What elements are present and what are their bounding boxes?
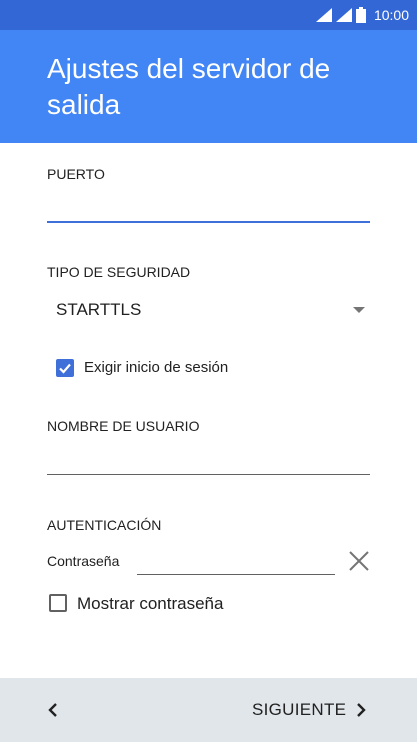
form-content: PUERTO TIPO DE SEGURIDAD STARTTLS Exigir… [0, 143, 417, 678]
status-time: 10:00 [373, 7, 409, 23]
dropdown-arrow-icon[interactable] [353, 307, 365, 313]
battery-icon [355, 7, 366, 23]
check-icon [59, 363, 71, 374]
require-signin-checkbox[interactable] [56, 359, 74, 377]
signal-icon [335, 8, 352, 22]
signal-icon [315, 8, 332, 22]
bottom-bar: SIGUIENTE [0, 678, 417, 742]
show-password-label[interactable]: Mostrar contraseña [77, 594, 223, 614]
password-input[interactable] [137, 574, 335, 575]
next-label: SIGUIENTE [252, 700, 347, 719]
chevron-left-icon[interactable] [40, 698, 68, 722]
show-password-checkbox[interactable] [49, 594, 67, 612]
port-label: PUERTO [47, 166, 105, 182]
port-input[interactable] [47, 221, 370, 223]
status-icons: 10:00 [315, 6, 409, 24]
status-bar: 10:00 [0, 0, 417, 30]
password-label: Contraseña [47, 553, 120, 569]
require-signin-label[interactable]: Exigir inicio de sesión [84, 359, 228, 376]
username-input[interactable] [47, 474, 370, 475]
chevron-right-icon [357, 703, 367, 717]
next-button[interactable]: SIGUIENTE [252, 696, 368, 724]
close-icon[interactable] [348, 550, 370, 572]
app-bar: Ajustes del servidor de salida [0, 30, 417, 143]
security-value[interactable]: STARTTLS [56, 300, 141, 320]
page-title: Ajustes del servidor de salida [47, 53, 331, 120]
security-label: TIPO DE SEGURIDAD [47, 264, 191, 280]
authentication-label: AUTENTICACIÓN [47, 517, 162, 533]
username-label: NOMBRE DE USUARIO [47, 418, 200, 434]
